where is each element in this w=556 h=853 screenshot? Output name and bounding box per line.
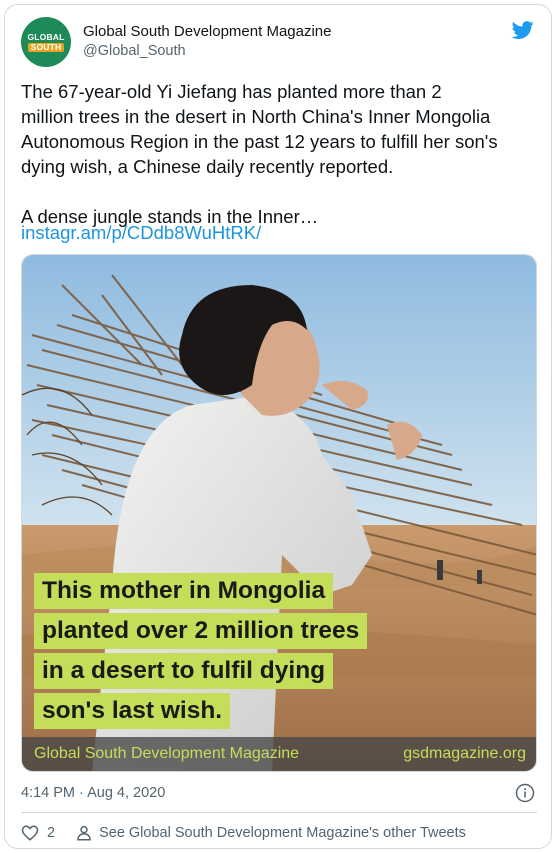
display-name[interactable]: Global South Development Magazine: [83, 23, 331, 40]
tweet-media[interactable]: This mother in Mongolia planted over 2 m…: [21, 254, 537, 772]
other-tweets-text: See Global South Development Magazine's …: [99, 825, 466, 841]
divider: [21, 812, 537, 813]
like-count: 2: [47, 825, 56, 841]
heart-icon: [21, 825, 39, 841]
like-button[interactable]: 2: [21, 824, 55, 842]
caption-line: son's last wish.: [34, 693, 231, 729]
avatar[interactable]: GLOBAL SOUTH: [21, 17, 71, 67]
account-handle[interactable]: @Global_South: [83, 43, 186, 59]
other-tweets-link[interactable]: See Global South Development Magazine's …: [75, 824, 466, 842]
image-footer-website: gsdmagazine.org: [403, 745, 526, 762]
image-footer-publisher: Global South Development Magazine: [34, 745, 300, 762]
tweet-timestamp[interactable]: 4:14 PM · Aug 4, 2020: [21, 785, 165, 801]
image-caption: This mother in Mongolia planted over 2 m…: [34, 573, 368, 733]
caption-line: planted over 2 million trees: [34, 613, 368, 649]
image-footer-bar: Global South Development Magazine gsdmag…: [22, 737, 536, 771]
avatar-text-line2: SOUTH: [27, 42, 65, 52]
tweet-text: The 67-year-old Yi Jiefang has planted m…: [21, 81, 498, 227]
caption-line: in a desert to fulfil dying: [34, 653, 334, 689]
tweet-link[interactable]: instagr.am/p/CDdb8WuHtRK/: [21, 222, 261, 244]
twitter-bird-icon[interactable]: [511, 19, 535, 41]
person-icon: [77, 825, 91, 841]
tweet-actions: 2 See Global South Development Magazine'…: [21, 822, 466, 844]
caption-line: This mother in Mongolia: [34, 573, 334, 609]
avatar-text-line1: GLOBAL: [27, 31, 65, 42]
info-icon[interactable]: [515, 783, 535, 803]
tweet-card[interactable]: GLOBAL SOUTH Global South Development Ma…: [4, 4, 552, 849]
